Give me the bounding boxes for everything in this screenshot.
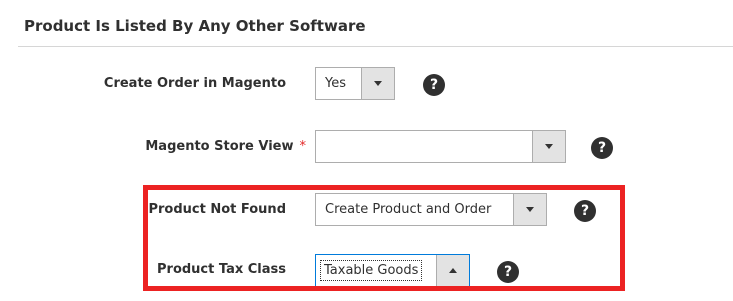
section-title: Product Is Listed By Any Other Software [24, 17, 366, 35]
create-order-label: Create Order in Magento [104, 76, 286, 91]
section-divider [18, 46, 733, 47]
required-star: * [299, 139, 307, 154]
annotation-highlight-box [143, 185, 625, 291]
store-view-dropdown-button[interactable] [532, 131, 565, 162]
create-order-dropdown-button[interactable] [361, 68, 394, 99]
create-order-label-text: Create Order in Magento [103, 76, 286, 91]
store-view-select[interactable] [315, 130, 566, 163]
store-view-label-text: Magento Store View [145, 139, 294, 154]
create-order-select[interactable]: Yes [315, 67, 395, 100]
chevron-down-icon [545, 144, 553, 149]
create-order-help-icon[interactable]: ? [423, 74, 445, 96]
store-view-label: Magento Store View * [145, 139, 306, 154]
store-view-value [316, 131, 532, 162]
create-order-value: Yes [325, 76, 346, 91]
chevron-down-icon [374, 81, 382, 86]
store-view-help-icon[interactable]: ? [591, 137, 613, 159]
